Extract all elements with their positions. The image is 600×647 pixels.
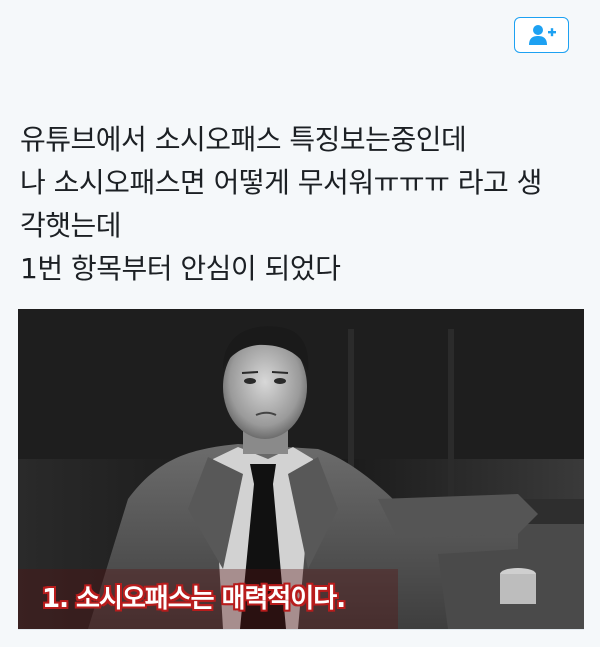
tweet-page: 유튜브에서 소시오패스 특징보는중인데 나 소시오패스면 어떻게 무서워ㅠㅠㅠ … — [0, 0, 600, 647]
follow-button[interactable] — [514, 17, 569, 53]
add-user-icon — [528, 25, 556, 45]
tweet-line: 각햇는데 — [20, 209, 122, 242]
media-caption: 1. 소시오패스는 매력적이다. — [42, 584, 346, 614]
tweet-line: 나 소시오패스면 어떻게 무서워ㅠㅠㅠ 라고 생 — [20, 166, 542, 199]
tweet-line: 1번 항목부터 안심이 되었다 — [20, 252, 341, 285]
divider — [18, 629, 584, 630]
tweet-text: 유튜브에서 소시오패스 특징보는중인데 나 소시오패스면 어떻게 무서워ㅠㅠㅠ … — [20, 118, 585, 290]
tweet-line: 유튜브에서 소시오패스 특징보는중인데 — [20, 123, 467, 156]
tweet-media-image[interactable]: 1. 소시오패스는 매력적이다. — [18, 309, 584, 629]
